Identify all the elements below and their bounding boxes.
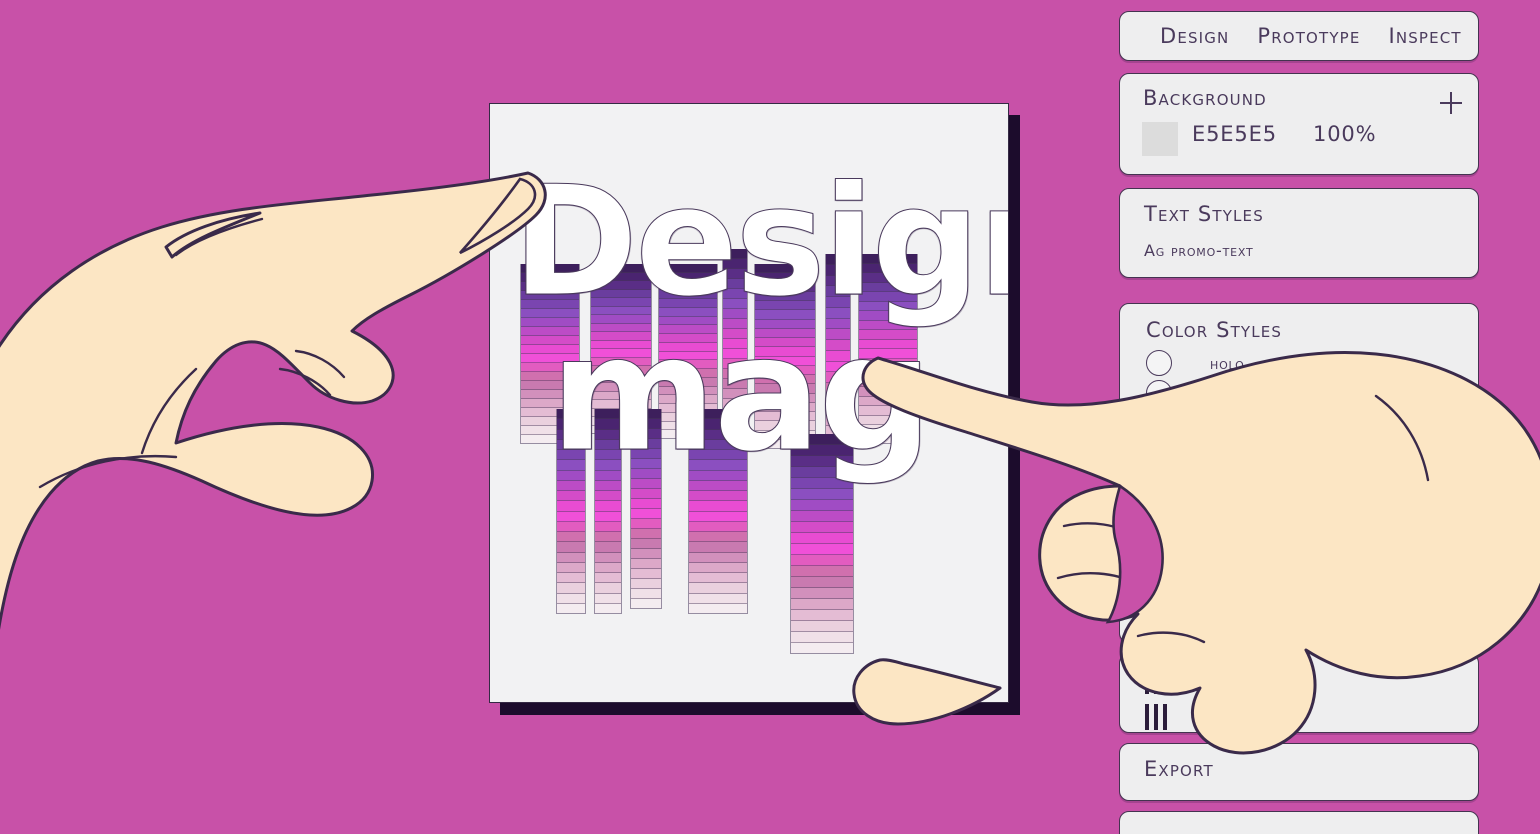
background-opacity-value[interactable]: 100%: [1313, 122, 1376, 146]
export-panel-title: Export: [1144, 757, 1214, 781]
color-style-label: Shinobu Kocho: [1210, 383, 1324, 403]
artboard-canvas[interactable]: Design mag: [489, 103, 1009, 703]
background-panel: Background E5E5E5 100%: [1119, 73, 1479, 175]
layout-grid-panel: 640-960: [1119, 653, 1479, 733]
grid-columns-icon-upper: [1145, 672, 1167, 694]
add-fill-button[interactable]: [1440, 92, 1462, 114]
color-styles-panel-title: Color Styles: [1146, 318, 1283, 342]
headline-line-2: mag: [550, 300, 934, 487]
empty-panel: [1119, 548, 1479, 643]
bottom-panel: [1119, 811, 1479, 834]
background-color-swatch[interactable]: [1142, 122, 1178, 156]
color-style-item-shinobu-kocho[interactable]: Shinobu Kocho: [1146, 380, 1323, 406]
text-styles-panel: Text Styles Ag promo-text: [1119, 188, 1479, 278]
background-hex-value[interactable]: E5E5E5: [1192, 122, 1277, 146]
grid-range-value[interactable]: 640-960: [1192, 706, 1286, 730]
grid-columns-icon: [1145, 704, 1167, 730]
background-panel-title: Background: [1143, 86, 1267, 110]
color-style-item-holo[interactable]: holo: [1146, 350, 1245, 376]
text-styles-panel-title: Text Styles: [1144, 202, 1264, 226]
headline-artwork: Design mag: [490, 104, 1008, 702]
headline-line-1: Design: [512, 153, 1008, 330]
tab-inspect[interactable]: Inspect: [1388, 24, 1461, 48]
styles-panel: Styles: [1119, 440, 1479, 538]
text-style-item-promo-text[interactable]: Ag promo-text: [1144, 241, 1254, 260]
tab-design[interactable]: Design: [1160, 24, 1229, 48]
export-panel[interactable]: Export: [1119, 743, 1479, 801]
mode-tabs-panel: Design Prototype Inspect: [1119, 11, 1479, 61]
color-styles-panel: Color Styles holo Shinobu Kocho: [1119, 303, 1479, 428]
app-window: Design mag Design Prototype Inspect Back…: [0, 0, 1540, 834]
color-style-label: holo: [1210, 353, 1245, 373]
tab-prototype[interactable]: Prototype: [1257, 24, 1360, 48]
color-swatch-circle-icon: [1146, 350, 1172, 376]
color-swatch-circle-icon: [1146, 380, 1172, 406]
right-sidebar: Design Prototype Inspect Background E5E5…: [1119, 0, 1540, 834]
styles-panel-title: Styles: [1214, 455, 1280, 479]
